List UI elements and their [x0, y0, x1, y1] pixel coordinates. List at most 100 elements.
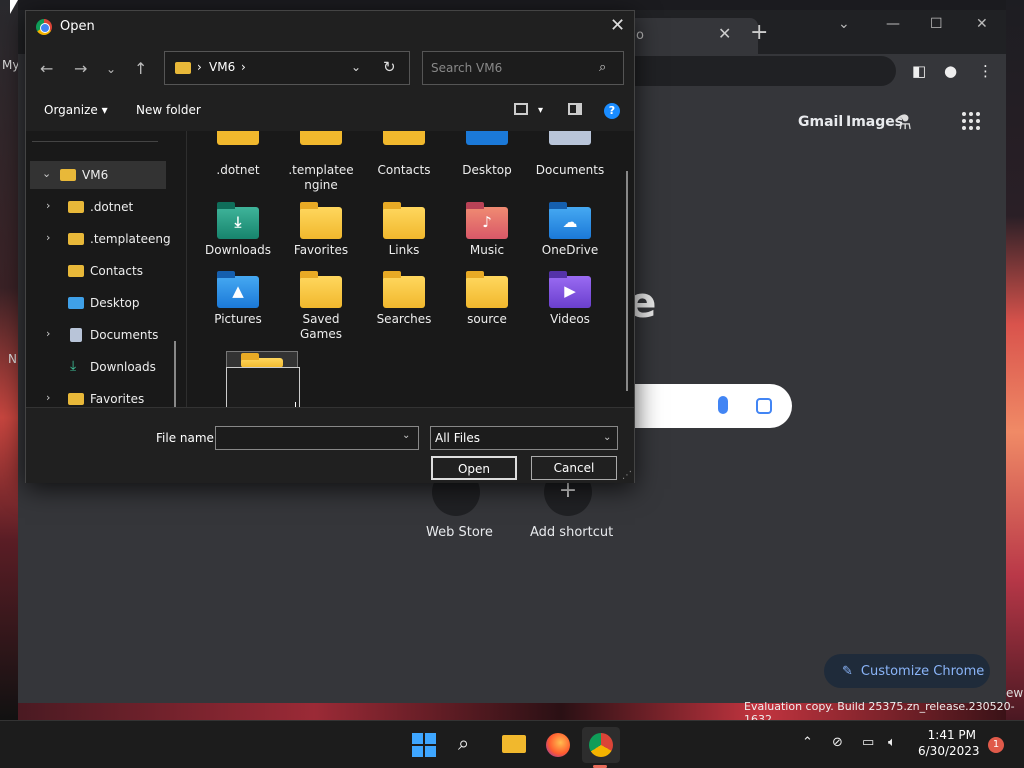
address-breadcrumb[interactable]: › VM6 › ⌄ ↻ — [164, 51, 410, 85]
view-options-chevron-icon[interactable]: ▾ — [538, 105, 543, 116]
close-icon[interactable]: ✕ — [610, 15, 625, 36]
chevron-right-icon[interactable]: › — [46, 231, 50, 244]
file-item[interactable]: .dotnet — [198, 163, 278, 177]
help-icon[interactable]: ? — [604, 103, 620, 119]
nav-item-favorites[interactable]: › Favorites — [30, 385, 166, 407]
customize-chrome-label: Customize Chrome — [860, 663, 985, 679]
file-item-label: Saved Games — [300, 312, 342, 341]
file-item[interactable]: Favorites — [281, 202, 361, 258]
cancel-button[interactable]: Cancel — [531, 456, 617, 480]
file-item[interactable]: .templatee ngine — [281, 163, 361, 193]
file-item[interactable]: Links — [364, 202, 444, 258]
network-offline-icon[interactable]: ⊘ — [832, 735, 843, 750]
tab-close-icon[interactable]: ✕ — [718, 24, 731, 43]
up-arrow-icon[interactable]: ↑ — [134, 59, 147, 78]
rename-input[interactable] — [226, 367, 300, 407]
search-box[interactable]: ⌕ — [422, 51, 624, 85]
chevron-down-icon[interactable]: ⌄ — [402, 430, 410, 441]
customize-chrome-button[interactable]: ✎ Customize Chrome — [824, 654, 990, 688]
close-window-icon[interactable]: ✕ — [976, 16, 988, 32]
file-item[interactable]: ♪ Music — [447, 202, 527, 258]
open-button[interactable]: Open — [431, 456, 517, 480]
notification-badge[interactable]: 1 — [988, 737, 1004, 753]
resize-grip-icon[interactable]: ⋰ — [622, 470, 632, 481]
nav-item-templateengine[interactable]: › .templateengi — [30, 225, 170, 253]
forward-arrow-icon[interactable]: → — [74, 59, 87, 78]
chevron-down-icon[interactable]: ⌄ — [603, 432, 611, 443]
refresh-icon[interactable]: ↻ — [383, 58, 396, 76]
labs-icon[interactable]: ⚗ — [894, 110, 912, 134]
lens-search-icon[interactable] — [756, 398, 772, 414]
search-icon[interactable]: ⌕ — [458, 731, 482, 755]
side-panel-icon[interactable]: ◧ — [912, 62, 926, 80]
firefox-icon[interactable] — [546, 733, 570, 757]
file-item[interactable]: ☁ OneDrive — [530, 202, 610, 258]
folder-icon — [466, 271, 508, 308]
chevron-down-icon[interactable]: ⌄ — [42, 167, 51, 180]
volume-icon[interactable]: 🔈︎ — [888, 735, 896, 750]
nav-item-dotnet[interactable]: › .dotnet — [30, 193, 166, 221]
search-input[interactable] — [429, 59, 589, 77]
folder-icon — [68, 393, 84, 405]
show-hidden-icons-icon[interactable]: ⌃ — [802, 735, 813, 750]
nav-item-label: Downloads — [90, 360, 156, 374]
new-tab-icon[interactable]: + — [750, 20, 768, 45]
file-item[interactable]: ▲ Pictures — [198, 271, 278, 327]
nav-item-desktop[interactable]: Desktop — [30, 289, 166, 317]
file-item[interactable]: Searches — [364, 271, 444, 327]
nav-divider — [32, 141, 158, 142]
folder-icon — [300, 202, 342, 239]
file-list-scrollbar[interactable] — [626, 171, 628, 391]
change-view-icon[interactable] — [514, 103, 528, 115]
file-item[interactable]: ⤓ Downloads — [198, 202, 278, 258]
chevron-right-icon[interactable]: › — [46, 327, 50, 340]
chrome-tab-title: o — [636, 28, 644, 43]
file-item-label: Favorites — [293, 243, 349, 257]
chrome-icon[interactable] — [589, 733, 613, 757]
file-explorer-icon[interactable] — [502, 735, 526, 753]
start-icon[interactable] — [412, 733, 436, 757]
shortcut-label[interactable]: Add shortcut — [530, 525, 613, 540]
chrome-tab[interactable]: o — [628, 18, 758, 54]
preview-pane-icon[interactable] — [568, 103, 582, 115]
voice-search-icon[interactable] — [718, 396, 728, 414]
file-item[interactable]: Saved Games — [281, 271, 361, 342]
breadcrumb-separator-icon[interactable]: › — [241, 60, 246, 74]
nav-item-downloads[interactable]: ⤓ Downloads — [30, 353, 166, 381]
new-folder-button[interactable]: New folder — [136, 103, 201, 117]
file-item[interactable]: Documents — [530, 163, 610, 177]
maximize-icon[interactable]: ☐ — [930, 16, 943, 32]
nav-item-vm6[interactable]: ⌄ VM6 — [30, 161, 166, 189]
minimize-icon[interactable]: — — [886, 16, 900, 32]
nav-item-documents[interactable]: › Documents — [30, 321, 166, 349]
documents-folder-icon — [549, 131, 591, 145]
search-icon[interactable]: ⌕ — [599, 60, 606, 75]
documents-icon — [70, 328, 82, 342]
organize-button[interactable]: Organize ▾ — [44, 103, 108, 117]
recent-locations-chevron-icon[interactable]: ⌄ — [106, 62, 116, 76]
file-name-field[interactable]: ⌄ — [215, 426, 419, 450]
address-dropdown-icon[interactable]: ⌄ — [351, 60, 361, 74]
nav-item-contacts[interactable]: Contacts — [30, 257, 166, 285]
menu-icon[interactable]: ⋮ — [978, 62, 993, 80]
nav-scrollbar[interactable] — [174, 341, 176, 407]
file-item[interactable]: ▶ Videos — [530, 271, 610, 327]
file-item[interactable]: Desktop — [447, 163, 527, 177]
display-icon[interactable]: ▭ — [862, 735, 874, 750]
chevron-right-icon[interactable]: › — [46, 391, 50, 404]
gmail-link[interactable]: Gmail — [798, 114, 843, 130]
address-bar[interactable] — [618, 56, 896, 86]
shortcut-label[interactable]: Web Store — [426, 525, 493, 540]
tab-search-icon[interactable]: ⌄ — [838, 16, 850, 32]
file-item[interactable]: source — [447, 271, 527, 327]
apps-grid-icon[interactable] — [962, 112, 980, 130]
back-arrow-icon[interactable]: ← — [40, 59, 53, 78]
system-clock[interactable]: 1:41 PM 6/30/2023 — [918, 727, 980, 759]
file-item[interactable]: Contacts — [364, 163, 444, 177]
file-type-select[interactable]: All Files ⌄ — [430, 426, 618, 450]
folder-icon — [60, 169, 76, 181]
breadcrumb-vm6[interactable]: VM6 — [209, 60, 235, 74]
chevron-right-icon[interactable]: › — [46, 199, 50, 212]
profile-icon[interactable]: ● — [944, 62, 957, 80]
dialog-title-bar[interactable]: Open ✕ — [26, 11, 634, 43]
